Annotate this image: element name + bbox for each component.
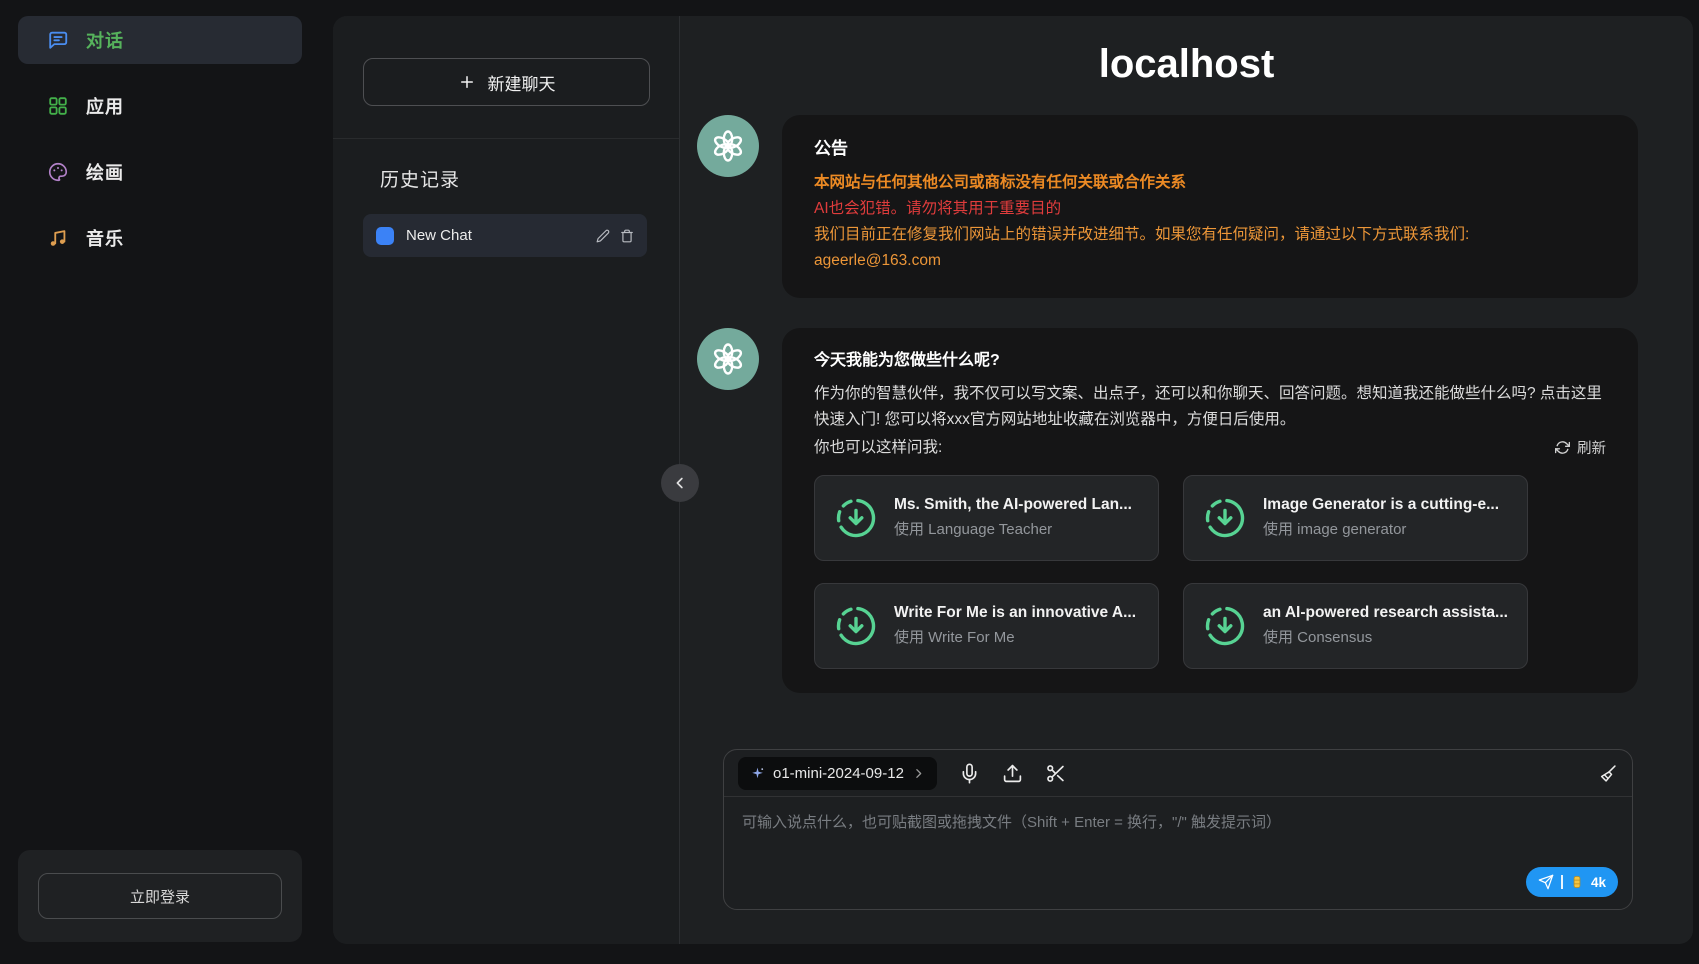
send-divider — [1561, 875, 1563, 889]
chat-history-item[interactable]: New Chat — [363, 214, 647, 257]
chat-item-title: New Chat — [406, 227, 584, 244]
suggestion-subtitle: 使用 Consensus — [1263, 628, 1508, 648]
edit-icon[interactable] — [596, 229, 610, 243]
page-title: localhost — [680, 42, 1693, 87]
divider — [333, 138, 679, 139]
workspace: 新建聊天 历史记录 New Chat localhost — [333, 16, 1693, 944]
suggestion-subtitle: 使用 Language Teacher — [894, 520, 1132, 540]
broom-icon — [1597, 763, 1618, 784]
arrow-down-circle-icon — [1202, 495, 1248, 541]
upload-file-button[interactable] — [1002, 763, 1023, 784]
history-title: 历史记录 — [380, 165, 679, 192]
contact-email-link[interactable]: ageerle@163.com — [814, 248, 941, 274]
refresh-suggestions-button[interactable]: 刷新 — [1555, 437, 1606, 458]
assistant-message: 公告 本网站与任何其他公司或商标没有任何关联或合作关系 AI也会犯错。请勿将其用… — [697, 115, 1638, 298]
welcome-bubble: 今天我能为您做些什么呢? 作为你的智慧伙伴，我不仅可以写文案、出点子，还可以和你… — [782, 328, 1638, 693]
message-list: 公告 本网站与任何其他公司或商标没有任何关联或合作关系 AI也会犯错。请勿将其用… — [680, 87, 1693, 739]
microphone-icon — [959, 763, 980, 784]
suggestion-title: Image Generator is a cutting-e... — [1263, 495, 1499, 515]
announcement-heading: 公告 — [814, 135, 1606, 164]
sidebar-item-label: 对话 — [86, 27, 124, 53]
collapse-sidebar-button[interactable] — [661, 464, 699, 502]
suggestion-subtitle: 使用 Write For Me — [894, 628, 1136, 648]
openai-logo-icon — [708, 126, 748, 166]
sidebar: 对话 应用 绘画 音乐 立即登录 — [0, 0, 320, 964]
palette-icon — [47, 161, 69, 183]
suggestion-card[interactable]: Write For Me is an innovative A... 使用 Wr… — [814, 583, 1159, 669]
music-note-icon — [47, 227, 69, 249]
ask-hint: 你也可以这样问我: — [814, 435, 942, 461]
voice-input-button[interactable] — [959, 763, 980, 784]
chat-item-actions — [596, 229, 634, 243]
login-card: 立即登录 — [18, 850, 302, 942]
sparkle-icon — [750, 766, 765, 781]
screenshot-button[interactable] — [1045, 763, 1066, 784]
message-input[interactable] — [724, 797, 1632, 909]
sidebar-item-apps[interactable]: 应用 — [18, 82, 302, 130]
hint-row: 你也可以这样问我: 刷新 — [814, 435, 1606, 461]
sidebar-item-music[interactable]: 音乐 — [18, 214, 302, 262]
chevron-right-icon — [912, 767, 925, 780]
model-selector-button[interactable]: o1-mini-2024-09-12 — [738, 757, 937, 790]
send-button[interactable]: 4k — [1526, 867, 1618, 897]
announcement-bubble: 公告 本网站与任何其他公司或商标没有任何关联或合作关系 AI也会犯错。请勿将其用… — [782, 115, 1638, 298]
trash-icon[interactable] — [620, 229, 634, 243]
suggestion-title: an AI-powered research assista... — [1263, 603, 1508, 623]
new-chat-label: 新建聊天 — [488, 70, 556, 95]
new-chat-button[interactable]: 新建聊天 — [363, 58, 650, 106]
sidebar-item-label: 音乐 — [86, 225, 124, 251]
clear-context-button[interactable] — [1597, 763, 1618, 784]
sidebar-item-drawing[interactable]: 绘画 — [18, 148, 302, 196]
plus-icon — [458, 73, 476, 91]
announcement-line: 本网站与任何其他公司或商标没有任何关联或合作关系 — [814, 170, 1606, 196]
suggestion-card[interactable]: an AI-powered research assista... 使用 Con… — [1183, 583, 1528, 669]
sidebar-item-chat[interactable]: 对话 — [18, 16, 302, 64]
arrow-down-circle-icon — [833, 495, 879, 541]
announcement-line: AI也会犯错。请勿将其用于重要目的 — [814, 196, 1606, 222]
composer-body: 4k — [724, 797, 1632, 909]
refresh-label: 刷新 — [1577, 437, 1606, 458]
suggestion-title: Write For Me is an innovative A... — [894, 603, 1136, 623]
upload-icon — [1002, 763, 1023, 784]
chevron-left-icon — [671, 474, 689, 492]
scissors-icon — [1045, 763, 1066, 784]
assistant-message: 今天我能为您做些什么呢? 作为你的智慧伙伴，我不仅可以写文案、出点子，还可以和你… — [697, 328, 1638, 693]
openai-logo-icon — [708, 339, 748, 379]
chat-item-icon — [376, 227, 394, 245]
sidebar-item-label: 绘画 — [86, 159, 124, 185]
suggestion-card[interactable]: Image Generator is a cutting-e... 使用 ima… — [1183, 475, 1528, 561]
model-name: o1-mini-2024-09-12 — [773, 765, 904, 782]
chat-main: localhost — [680, 16, 1693, 944]
chat-list-panel: 新建聊天 历史记录 New Chat — [333, 16, 680, 944]
suggestion-grid: Ms. Smith, the AI-powered Lan... 使用 Lang… — [814, 475, 1606, 669]
arrow-down-circle-icon — [1202, 603, 1248, 649]
suggestion-title: Ms. Smith, the AI-powered Lan... — [894, 495, 1132, 515]
sidebar-item-label: 应用 — [86, 93, 124, 119]
refresh-icon — [1555, 440, 1570, 455]
apps-grid-icon — [47, 95, 69, 117]
suggestion-texts: Ms. Smith, the AI-powered Lan... 使用 Lang… — [894, 495, 1132, 540]
arrow-down-circle-icon — [833, 603, 879, 649]
announcement-line: 我们目前正在修复我们网站上的错误并改进细节。如果您有任何疑问，请通过以下方式联系… — [814, 222, 1606, 248]
suggestion-card[interactable]: Ms. Smith, the AI-powered Lan... 使用 Lang… — [814, 475, 1159, 561]
token-coin-icon — [1570, 875, 1584, 889]
paper-plane-icon — [1538, 874, 1554, 890]
token-count: 4k — [1591, 875, 1606, 890]
welcome-body: 作为你的智慧伙伴，我不仅可以写文案、出点子，还可以和你聊天、回答问题。想知道我还… — [814, 381, 1606, 433]
composer-toolbar: o1-mini-2024-09-12 — [724, 750, 1632, 797]
welcome-heading: 今天我能为您做些什么呢? — [814, 348, 1606, 375]
suggestion-texts: an AI-powered research assista... 使用 Con… — [1263, 603, 1508, 648]
assistant-avatar — [697, 328, 759, 390]
composer: o1-mini-2024-09-12 — [723, 749, 1633, 910]
suggestion-subtitle: 使用 image generator — [1263, 520, 1499, 540]
chat-bubble-icon — [47, 29, 69, 51]
suggestion-texts: Image Generator is a cutting-e... 使用 ima… — [1263, 495, 1499, 540]
login-button[interactable]: 立即登录 — [38, 873, 282, 919]
app-window: 对话 应用 绘画 音乐 立即登录 — [0, 0, 1699, 964]
suggestion-texts: Write For Me is an innovative A... 使用 Wr… — [894, 603, 1136, 648]
assistant-avatar — [697, 115, 759, 177]
